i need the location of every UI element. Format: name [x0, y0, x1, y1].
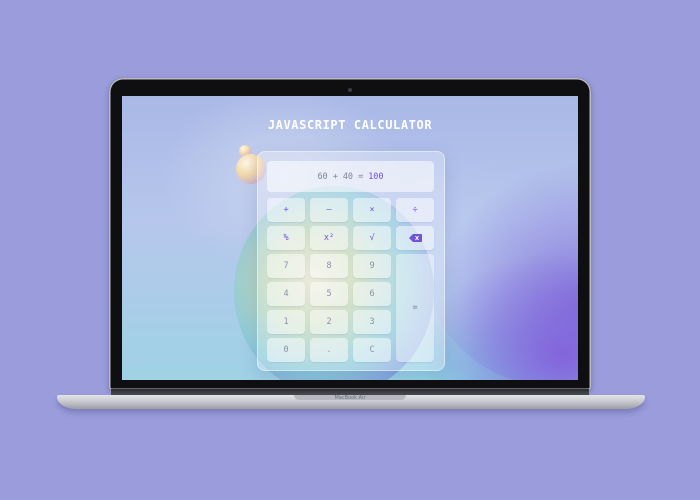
calculator-display: 60 + 40 = 100: [267, 161, 434, 192]
five-button[interactable]: 5: [310, 282, 348, 306]
page-title: JAVASCRIPT CALCULATOR: [267, 118, 433, 132]
seven-button[interactable]: 7: [267, 254, 305, 278]
display-operand-b: 40: [342, 171, 354, 182]
subtract-button[interactable]: —: [310, 198, 348, 222]
camera-icon: [348, 88, 352, 92]
dot-button[interactable]: .: [310, 338, 348, 362]
nine-button[interactable]: 9: [353, 254, 391, 278]
wallpaper-glow: [422, 126, 578, 380]
divide-button[interactable]: ÷: [396, 198, 434, 222]
three-button[interactable]: 3: [353, 310, 391, 334]
equals-button[interactable]: =: [396, 254, 434, 362]
display-equals: =: [358, 171, 364, 182]
two-button[interactable]: 2: [310, 310, 348, 334]
zero-button[interactable]: 0: [267, 338, 305, 362]
laptop-screen: JAVASCRIPT CALCULATOR 60 + 40 = 100 + — …: [122, 96, 578, 380]
eight-button[interactable]: 8: [310, 254, 348, 278]
four-button[interactable]: 4: [267, 282, 305, 306]
display-operator: +: [332, 171, 338, 182]
keypad: + — × ÷ % x² √ 7 8 9 = 4 5 6 1 2 3 0 . C: [267, 198, 435, 362]
add-button[interactable]: +: [267, 198, 305, 222]
one-button[interactable]: 1: [267, 310, 305, 334]
six-button[interactable]: 6: [353, 282, 391, 306]
calculator: 60 + 40 = 100 + — × ÷ % x² √ 7 8 9 = 4 5…: [257, 151, 445, 371]
sqrt-button[interactable]: √: [353, 226, 391, 250]
display-result: 100: [368, 171, 384, 182]
backspace-button[interactable]: [396, 226, 434, 250]
multiply-button[interactable]: ×: [353, 198, 391, 222]
backspace-icon: [408, 234, 422, 242]
power-button[interactable]: x²: [310, 226, 348, 250]
display-operand-a: 60: [317, 171, 328, 182]
percent-button[interactable]: %: [267, 226, 305, 250]
model-label: MacBook Air: [334, 395, 366, 401]
clear-button[interactable]: C: [353, 338, 391, 362]
